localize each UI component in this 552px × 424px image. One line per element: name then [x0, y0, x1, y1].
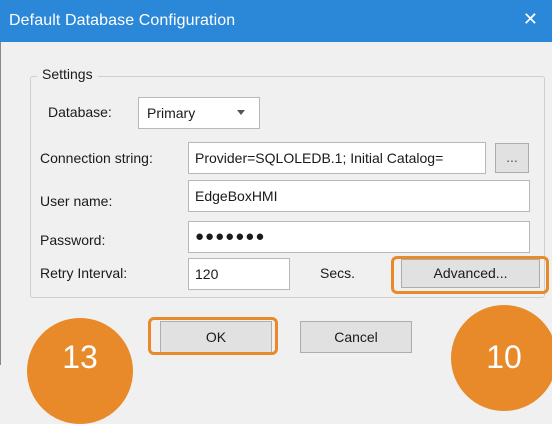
- settings-group-label: Settings: [37, 66, 98, 82]
- close-icon[interactable]: ✕: [523, 9, 538, 29]
- window-title: Default Database Configuration: [9, 12, 236, 29]
- cancel-button[interactable]: Cancel: [300, 321, 412, 353]
- password-field[interactable]: ●●●●●●●: [188, 221, 530, 253]
- user-name-label: User name:: [40, 193, 113, 209]
- browse-connection-button[interactable]: ...: [495, 143, 529, 173]
- connection-string-label: Connection string:: [40, 150, 153, 166]
- password-label: Password:: [40, 232, 106, 248]
- retry-interval-unit: Secs.: [320, 265, 356, 281]
- connection-string-field[interactable]: Provider=SQLOLEDB.1; Initial Catalog=: [188, 142, 486, 174]
- database-select-value: Primary: [147, 105, 196, 121]
- retry-interval-label: Retry Interval:: [40, 265, 128, 281]
- database-select[interactable]: Primary: [138, 97, 260, 129]
- user-name-field[interactable]: EdgeBoxHMI: [188, 180, 530, 212]
- retry-interval-field[interactable]: 120: [188, 258, 290, 290]
- callout-10: 10: [451, 305, 552, 411]
- database-label: Database:: [48, 104, 112, 120]
- callout-13: 13: [27, 318, 133, 424]
- ok-button[interactable]: OK: [160, 321, 272, 353]
- advanced-button[interactable]: Advanced...: [401, 259, 540, 288]
- chevron-down-icon: [237, 110, 245, 115]
- title-bar: Default Database Configuration ✕: [0, 0, 552, 42]
